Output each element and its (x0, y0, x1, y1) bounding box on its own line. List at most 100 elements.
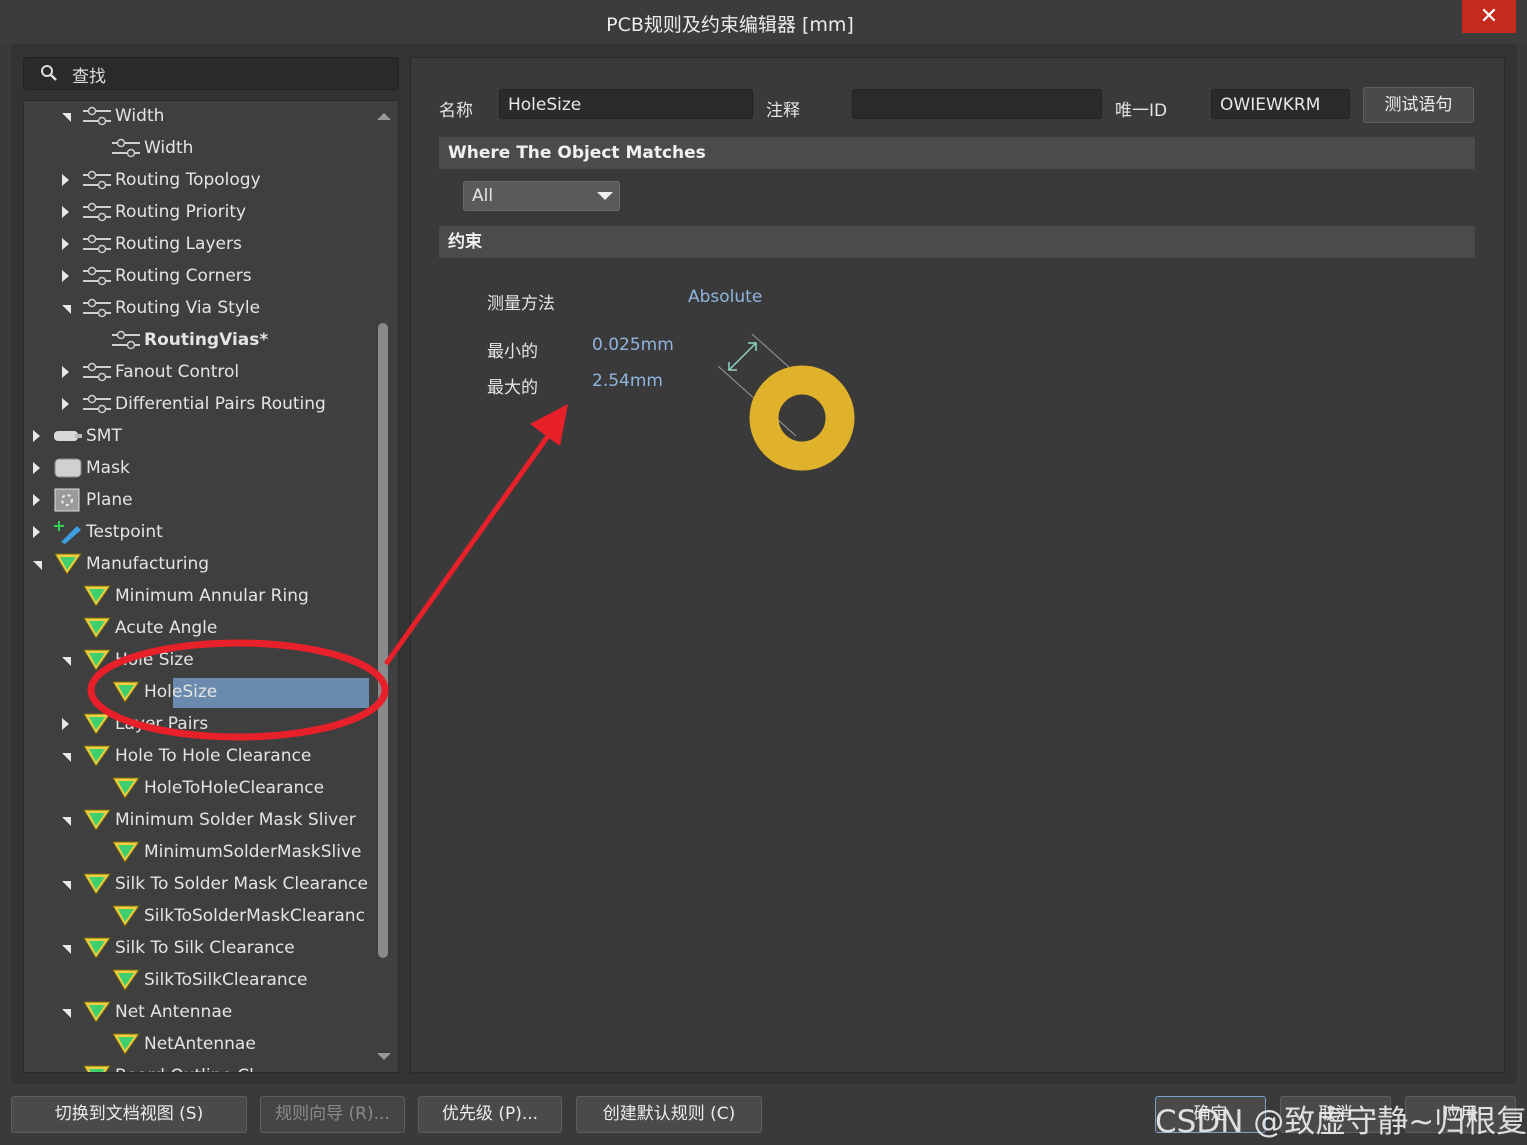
tree-item[interactable]: Net Antennae (24, 997, 374, 1027)
comment-field[interactable] (852, 89, 1102, 119)
tree-item[interactable]: Fanout Control (24, 357, 374, 387)
rule-tree[interactable]: Width Width Routing Topology Routing Priori… (23, 100, 399, 1073)
tree-item[interactable]: Testpoint (24, 517, 374, 547)
manufacturing-icon (82, 616, 112, 640)
scroll-up-arrow[interactable] (377, 113, 391, 120)
rule-name-field[interactable]: HoleSize (499, 89, 753, 119)
unique-id-field[interactable]: OWIEWKRM (1211, 89, 1350, 119)
expand-arrow-icon[interactable] (62, 174, 69, 186)
tree-item[interactable]: Minimum Annular Ring (24, 581, 374, 611)
routing-rule-icon (82, 360, 112, 384)
tree-item-label: Manufacturing (86, 554, 210, 574)
max-label: 最大的 (487, 378, 538, 398)
test-query-button[interactable]: 测试语句 (1363, 87, 1474, 123)
tree-item[interactable]: Mask (24, 453, 374, 483)
tree-item-label: Routing Corners (115, 266, 252, 286)
scroll-down-arrow[interactable] (377, 1053, 391, 1060)
routing-rule-icon (82, 232, 112, 256)
collapse-arrow-icon[interactable] (62, 753, 71, 762)
expand-arrow-icon[interactable] (62, 398, 69, 410)
scope-dropdown[interactable]: All (463, 181, 620, 211)
search-label: 查找 (72, 67, 106, 87)
tree-item[interactable]: HoleToHoleClearance (24, 773, 374, 803)
tree-item[interactable]: MinimumSolderMaskSlive (24, 837, 374, 867)
tree-item-label: Differential Pairs Routing (115, 394, 326, 414)
tree-item-label: NetAntennae (144, 1034, 256, 1054)
expand-arrow-icon[interactable] (62, 366, 69, 378)
manufacturing-icon (111, 776, 141, 800)
tree-item-label: Width (144, 138, 194, 158)
tree-item-label: Mask (86, 458, 130, 478)
expand-arrow-icon[interactable] (62, 270, 69, 282)
tree-item[interactable]: Hole Size (24, 645, 374, 675)
tree-item[interactable]: Plane (24, 485, 374, 515)
collapse-arrow-icon[interactable] (62, 113, 71, 122)
tree-item[interactable]: Routing Priority (24, 197, 374, 227)
tree-item[interactable]: SilkToSolderMaskClearanc (24, 901, 374, 931)
tree-item[interactable]: Silk To Solder Mask Clearance (24, 869, 374, 899)
priority-button[interactable]: 优先级 (P)... (418, 1096, 562, 1133)
expand-arrow-icon[interactable] (33, 462, 40, 474)
tree-item[interactable]: Routing Corners (24, 261, 374, 291)
tree-item[interactable]: RoutingVias* (24, 325, 374, 355)
collapse-arrow-icon[interactable] (33, 561, 42, 570)
expand-arrow-icon[interactable] (33, 430, 40, 442)
routing-rule-icon (111, 328, 141, 352)
tree-item[interactable]: Acute Angle (24, 613, 374, 643)
search-box[interactable]: 查找 (23, 57, 399, 90)
tree-item-label: Minimum Solder Mask Sliver (115, 810, 356, 830)
search-icon (41, 65, 57, 81)
collapse-arrow-icon[interactable] (62, 305, 71, 314)
expand-arrow-icon[interactable] (33, 526, 40, 538)
tree-item[interactable]: SilkToSilkClearance (24, 965, 374, 995)
tree-item[interactable]: Board Outline Cl (24, 1061, 374, 1072)
expand-arrow-icon[interactable] (33, 494, 40, 506)
tree-item-label: Routing Topology (115, 170, 261, 190)
tree-item[interactable]: SMT (24, 421, 374, 451)
mask-icon (53, 456, 83, 480)
testpoint-icon (53, 520, 83, 544)
tree-item[interactable]: Hole To Hole Clearance (24, 741, 374, 771)
tree-item[interactable]: Minimum Solder Mask Sliver (24, 805, 374, 835)
expand-arrow-icon[interactable] (62, 206, 69, 218)
tree-item[interactable]: Manufacturing (24, 549, 374, 579)
min-label: 最小的 (487, 342, 538, 362)
tree-item-label: Minimum Annular Ring (115, 586, 309, 606)
manufacturing-icon (82, 648, 112, 672)
pad-ring-icon (749, 365, 855, 471)
measure-method-value[interactable]: Absolute (688, 287, 762, 307)
create-default-rules-button[interactable]: 创建默认规则 (C) (576, 1096, 762, 1133)
tree-item-label: Plane (86, 490, 133, 510)
tree-item[interactable]: Differential Pairs Routing (24, 389, 374, 419)
tree-item-label: MinimumSolderMaskSlive (144, 842, 362, 862)
tree-item[interactable]: Routing Topology (24, 165, 374, 195)
collapse-arrow-icon[interactable] (62, 881, 71, 890)
expand-arrow-icon[interactable] (62, 718, 69, 730)
tree-item-label: HoleToHoleClearance (144, 778, 325, 798)
tree-item[interactable]: Width (24, 133, 374, 163)
tree-item[interactable]: Routing Via Style (24, 293, 374, 323)
manufacturing-icon (111, 840, 141, 864)
tree-item[interactable]: Silk To Silk Clearance (24, 933, 374, 963)
rule-wizard-button[interactable]: 规则向导 (R)... (260, 1096, 405, 1133)
collapse-arrow-icon[interactable] (62, 945, 71, 954)
scroll-thumb[interactable] (378, 323, 388, 958)
min-hole-size-value[interactable]: 0.025mm (592, 335, 674, 355)
tree-item[interactable]: NetAntennae (24, 1029, 374, 1059)
plane-icon (53, 488, 83, 512)
expand-arrow-icon[interactable] (62, 238, 69, 250)
switch-doc-view-button[interactable]: 切换到文档视图 (S) (11, 1096, 247, 1133)
close-button[interactable]: ✕ (1462, 0, 1516, 33)
collapse-arrow-icon[interactable] (62, 657, 71, 666)
tree-item[interactable]: Routing Layers (24, 229, 374, 259)
tree-item-label: Net Antennae (115, 1002, 233, 1022)
collapse-arrow-icon[interactable] (62, 817, 71, 826)
tree-item-label: Routing Via Style (115, 298, 261, 318)
tree-item[interactable]: Width (24, 101, 374, 131)
tree-item[interactable]: HoleSize (24, 677, 374, 707)
collapse-arrow-icon[interactable] (62, 1009, 71, 1018)
manufacturing-icon (53, 552, 83, 576)
tree-item-label: Hole To Hole Clearance (115, 746, 312, 766)
tree-item[interactable]: Layer Pairs (24, 709, 374, 739)
max-hole-size-value[interactable]: 2.54mm (592, 371, 663, 391)
